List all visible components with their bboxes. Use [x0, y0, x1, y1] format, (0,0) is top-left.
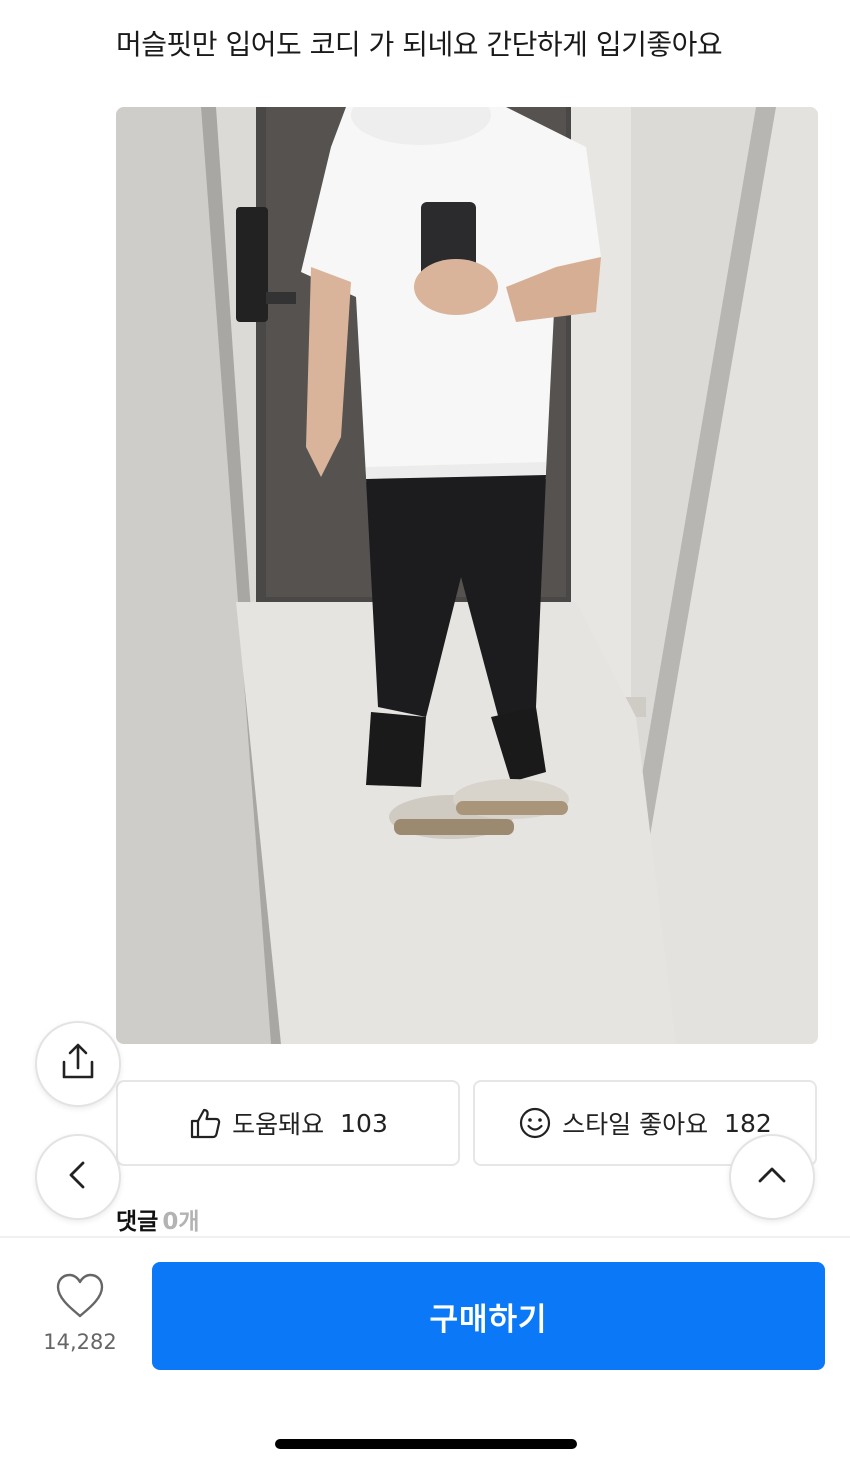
chevron-up-icon	[754, 1157, 790, 1197]
chevron-left-icon	[60, 1157, 96, 1197]
helpful-label: 도움돼요	[232, 1110, 325, 1139]
like-count: 14,282	[43, 1330, 117, 1354]
comments-label: 댓글	[116, 1209, 159, 1235]
mirror-selfie-image	[116, 107, 818, 1044]
share-icon	[56, 1040, 100, 1088]
buy-button[interactable]: 구매하기	[152, 1262, 825, 1370]
like-button[interactable]: 14,282	[30, 1272, 130, 1362]
comments-header: 댓글 0개	[116, 1202, 200, 1236]
comments-count: 0개	[162, 1209, 200, 1235]
share-button[interactable]	[35, 1021, 121, 1107]
home-indicator	[275, 1439, 577, 1449]
style-like-label: 스타일 좋아요	[562, 1110, 709, 1139]
smiley-icon	[518, 1106, 552, 1140]
thumbs-up-icon	[188, 1106, 222, 1140]
helpful-count: 103	[340, 1108, 388, 1138]
review-text: 머슬핏만 입어도 코디 가 되네요 간단하게 입기좋아요	[116, 28, 723, 61]
heart-icon	[54, 1272, 106, 1324]
helpful-button[interactable]: 도움돼요 103	[116, 1080, 460, 1166]
back-button[interactable]	[35, 1134, 121, 1220]
scroll-top-button[interactable]	[729, 1134, 815, 1220]
review-photo[interactable]	[116, 107, 818, 1044]
style-like-count: 182	[724, 1108, 772, 1138]
